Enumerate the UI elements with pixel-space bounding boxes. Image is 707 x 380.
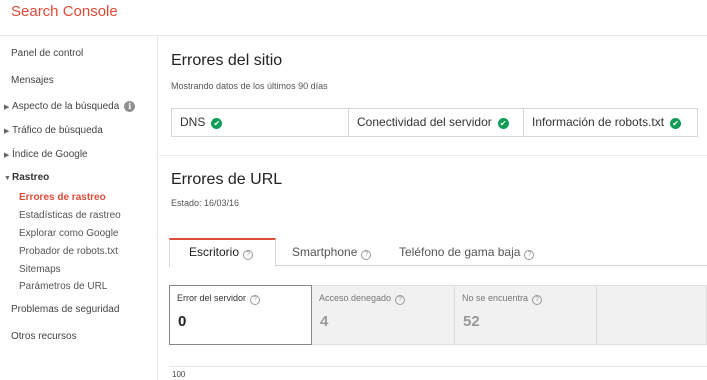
tab-smartphone[interactable]: Smartphone? <box>292 238 372 266</box>
main-content: Errores del sitio Mostrando datos de los… <box>159 37 707 380</box>
url-errors-title: Errores de URL <box>171 171 283 188</box>
metric-label: Error del servidor? <box>177 293 261 305</box>
device-tabs: Escritorio? Smartphone? Teléfono de gama… <box>169 238 707 267</box>
check-circle-icon: ✔ <box>211 118 223 129</box>
metric-not-found[interactable]: No se encuentra? 52 <box>455 286 597 344</box>
sidebar-item-dashboard[interactable]: Panel de control <box>11 48 83 59</box>
sidebar-subitem-crawl-errors[interactable]: Errores de rastreo <box>19 192 106 203</box>
caret-right-icon: ▶ <box>4 152 10 159</box>
app-logo-title[interactable]: Search Console <box>11 3 118 20</box>
help-circle-icon[interactable]: ? <box>532 295 543 305</box>
help-circle-icon[interactable]: ? <box>395 295 406 305</box>
sidebar-item-search-traffic[interactable]: ▶ Tráfico de búsqueda <box>4 125 103 136</box>
help-circle-icon[interactable]: ? <box>250 295 261 305</box>
sidebar-subitem-crawl-stats[interactable]: Estadísticas de rastreo <box>19 210 121 221</box>
robots-label: Información de robots.txt <box>532 115 665 129</box>
caret-right-icon: ▶ <box>4 128 10 135</box>
sidebar-item-label: Rastreo <box>12 172 50 183</box>
metric-access-denied[interactable]: Acceso denegado? 4 <box>312 286 455 344</box>
metric-value: 4 <box>320 313 329 330</box>
sidebar-item-google-index[interactable]: ▶ Índice de Google <box>4 149 88 160</box>
sidebar-item-label: Índice de Google <box>12 149 88 160</box>
sidebar-subitem-url-parameters[interactable]: Parámetros de URL <box>19 281 107 292</box>
sidebar-subitem-fetch-as-google[interactable]: Explorar como Google <box>19 228 119 239</box>
tab-label: Teléfono de gama baja <box>399 245 521 259</box>
site-errors-title: Errores del sitio <box>171 52 283 69</box>
sidebar-item-security-issues[interactable]: Problemas de seguridad <box>11 304 119 315</box>
help-circle-icon[interactable]: ? <box>361 250 372 260</box>
dns-status[interactable]: DNS ✔ <box>172 109 348 136</box>
dns-label: DNS <box>180 115 206 129</box>
sidebar: Panel de control Mensajes ▶ Aspecto de la… <box>0 36 158 380</box>
metric-server-error[interactable]: Error del servidor? 0 <box>169 285 312 345</box>
metric-value: 52 <box>463 313 480 330</box>
robots-status[interactable]: Información de robots.txt ✔ <box>523 109 697 136</box>
metric-label: No se encuentra? <box>462 293 543 305</box>
sidebar-item-other-resources[interactable]: Otros recursos <box>11 331 77 342</box>
top-bar: Search Console <box>0 0 707 36</box>
check-circle-icon: ✔ <box>497 118 509 129</box>
metric-value: 0 <box>178 313 187 330</box>
tab-feature-phone[interactable]: Teléfono de gama baja? <box>399 238 535 266</box>
help-circle-icon[interactable]: ? <box>243 250 254 260</box>
metric-label: Acceso denegado? <box>319 293 406 305</box>
error-metrics: Error del servidor? 0 Acceso denegado? 4… <box>169 285 707 345</box>
info-icon[interactable]: i <box>124 101 136 112</box>
content-panel: Errores del sitio Mostrando datos de los… <box>159 37 707 380</box>
tab-label: Escritorio <box>189 245 240 259</box>
site-errors-subtitle: Mostrando datos de los últimos 90 días <box>171 81 328 91</box>
sidebar-subitem-robots-tester[interactable]: Probador de robots.txt <box>19 246 118 257</box>
help-circle-icon[interactable]: ? <box>524 250 535 260</box>
server-connectivity-status[interactable]: Conectividad del servidor ✔ <box>348 109 523 136</box>
server-connectivity-label: Conectividad del servidor <box>357 115 492 129</box>
sidebar-item-label: Tráfico de búsqueda <box>12 125 103 136</box>
sidebar-item-crawl[interactable]: ▼Rastreo <box>4 172 49 183</box>
caret-down-icon: ▼ <box>4 175 11 182</box>
tab-desktop[interactable]: Escritorio? <box>169 238 276 267</box>
tab-label: Smartphone <box>292 245 358 259</box>
section-divider <box>159 155 707 156</box>
url-errors-status: Estado: 16/03/16 <box>171 198 240 208</box>
sidebar-item-search-appearance[interactable]: ▶ Aspecto de la búsqueda i <box>4 101 136 112</box>
chart-y-axis-label: 100 <box>172 370 186 379</box>
check-circle-icon: ✔ <box>670 118 682 129</box>
sidebar-item-messages[interactable]: Mensajes <box>11 75 54 86</box>
sidebar-subitem-sitemaps[interactable]: Sitemaps <box>19 264 61 275</box>
site-status-box: DNS ✔ Conectividad del servidor ✔ Informac… <box>171 108 698 137</box>
chart-gridline <box>169 366 707 367</box>
sidebar-item-label: Aspecto de la búsqueda <box>12 101 120 112</box>
caret-right-icon: ▶ <box>4 104 10 111</box>
